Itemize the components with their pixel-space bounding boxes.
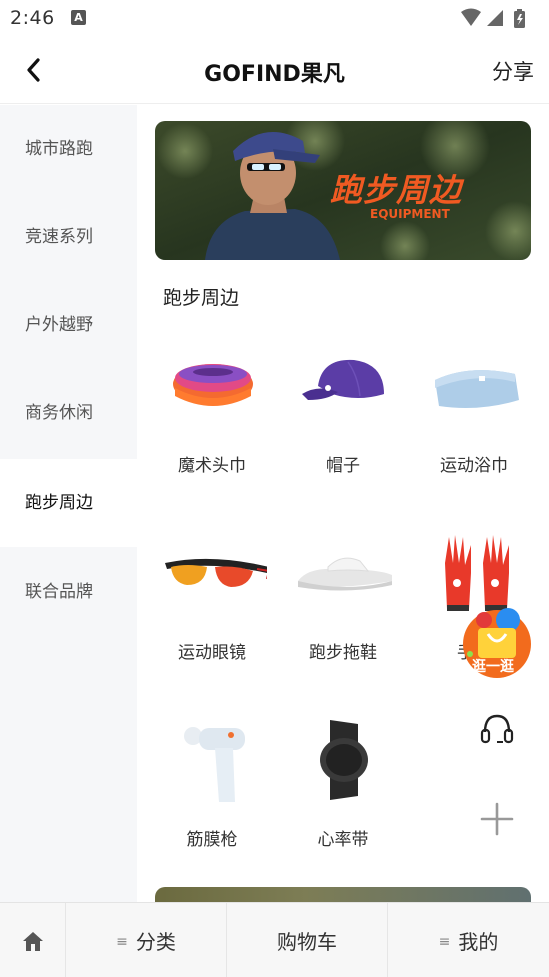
product-label: 运动眼镜 [178, 643, 246, 663]
tab-category[interactable]: ≡ 分类 [66, 903, 227, 977]
sidebar-item-co-brand[interactable]: 联合品牌 [0, 548, 137, 636]
product-sport-glasses[interactable]: 运动眼镜 [147, 523, 277, 693]
tab-category-label: 分类 [135, 930, 176, 954]
customer-service-button[interactable] [477, 712, 517, 748]
tab-me[interactable]: ≡ 我的 [388, 903, 549, 977]
sidebar-item-running-gear[interactable]: 跑步周边 [0, 459, 137, 547]
bottom-tab-bar: ≡ 分类 购物车 ≡ 我的 [0, 902, 549, 977]
product-label: 筋膜枪 [186, 830, 238, 850]
product-label: 帽子 [326, 456, 360, 476]
section-title: 跑步周边 [163, 287, 240, 309]
menu-icon: ≡ [438, 934, 451, 950]
wifi-icon [461, 8, 481, 26]
notification-icon: A [71, 10, 86, 25]
tab-me-label: 我的 [458, 930, 499, 954]
status-bar: 2:46 A [0, 0, 549, 38]
tab-cart[interactable]: 购物车 [227, 903, 388, 977]
cap-icon [302, 359, 384, 400]
category-banner[interactable]: 跑步周边 EQUIPMENT [155, 121, 531, 260]
sidebar-item-business-casual[interactable]: 商务休闲 [0, 369, 137, 457]
menu-icon: ≡ [116, 934, 128, 950]
sidebar-item-trail[interactable]: 户外越野 [0, 281, 137, 369]
product-cap[interactable]: 帽子 [278, 336, 408, 506]
browse-float-button[interactable]: 逛一逛 [460, 604, 534, 682]
product-label: 运动浴巾 [440, 456, 508, 476]
status-icons [461, 8, 525, 28]
product-label: 魔术头巾 [178, 456, 246, 476]
product-label: 跑步拖鞋 [309, 643, 377, 663]
home-icon [22, 931, 43, 951]
product-heart-rate-strap[interactable]: 心率带 [278, 710, 408, 880]
share-button[interactable]: 分享 [492, 56, 534, 86]
banner-title: 跑步周边 [330, 171, 463, 209]
bath-towel-icon [435, 370, 519, 408]
sidebar-item-racing[interactable]: 竞速系列 [0, 193, 137, 281]
sidebar-item-city-running[interactable]: 城市路跑 [0, 105, 137, 193]
browse-float-label: 逛一逛 [472, 659, 514, 675]
cellular-icon [487, 10, 503, 26]
category-content: 跑步周边 EQUIPMENT 跑步周边 魔术头巾 帽子 运动浴巾 运动眼镜 跑步… [137, 105, 549, 902]
category-sidebar: 城市路跑 竞速系列 户外越野 商务休闲 跑步周边 联合品牌 [0, 105, 137, 902]
status-time: 2:46 [10, 7, 55, 29]
expand-plus-button[interactable] [478, 800, 516, 838]
page-title: GOFIND果凡 [204, 62, 345, 87]
product-bath-towel[interactable]: 运动浴巾 [409, 336, 539, 506]
battery-icon [514, 9, 525, 28]
tab-cart-label: 购物车 [277, 930, 337, 954]
massage-gun-icon [184, 727, 245, 802]
heart-rate-strap-icon [320, 720, 368, 800]
plus-icon [480, 802, 514, 836]
banner-subtitle: EQUIPMENT [370, 207, 450, 221]
header: GOFIND果凡 分享 [0, 38, 549, 104]
headset-icon [480, 714, 514, 744]
slippers-icon [298, 557, 392, 591]
next-category-banner[interactable] [155, 887, 531, 902]
product-massage-gun[interactable]: 筋膜枪 [147, 710, 277, 880]
magic-headband-icon [173, 364, 253, 406]
tab-home[interactable] [0, 903, 66, 977]
product-magic-headband[interactable]: 魔术头巾 [147, 336, 277, 506]
sport-glasses-icon [165, 558, 267, 587]
product-label: 心率带 [317, 830, 369, 850]
product-slippers[interactable]: 跑步拖鞋 [278, 523, 408, 693]
